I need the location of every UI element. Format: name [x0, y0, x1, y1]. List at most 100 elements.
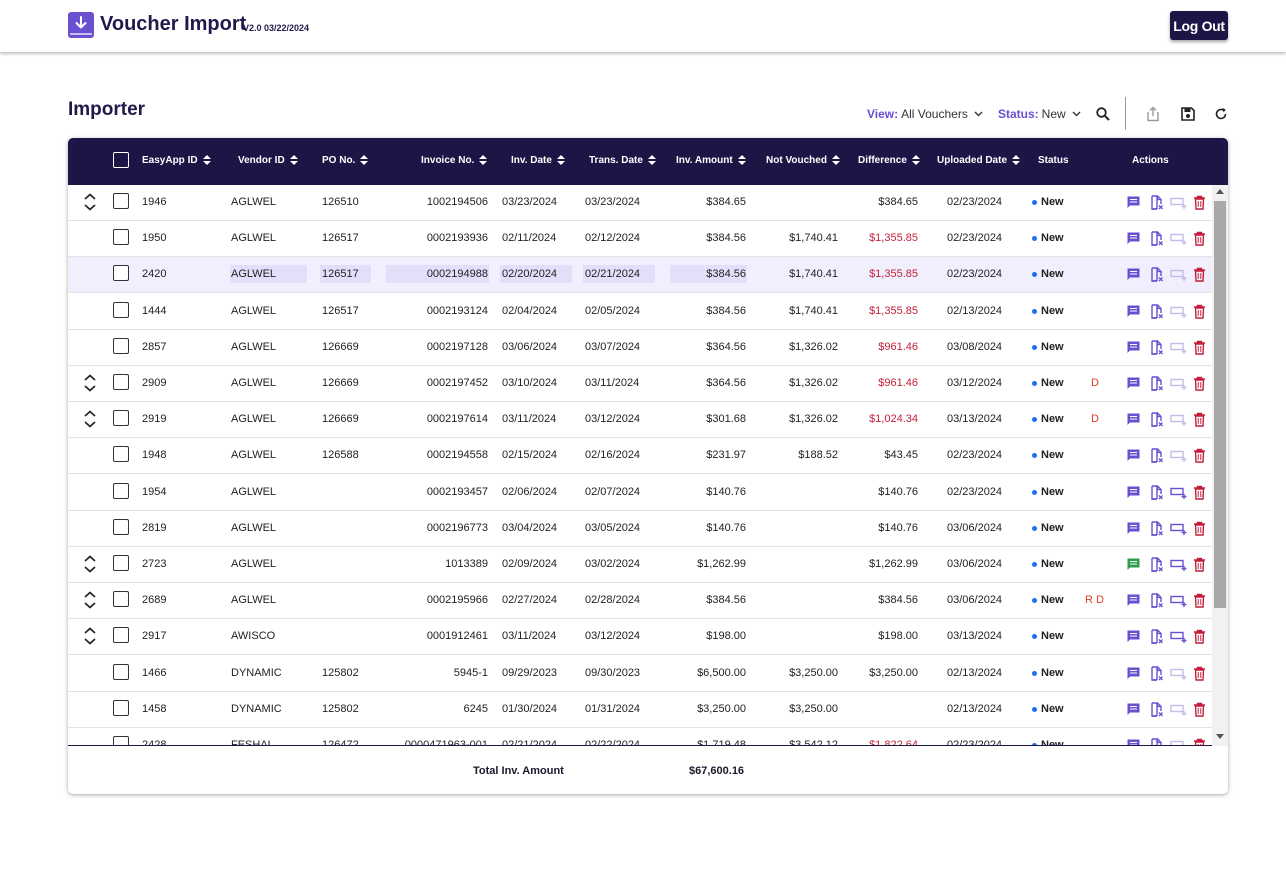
row-checkbox[interactable]	[113, 519, 129, 535]
table-row[interactable]: 1466 DYNAMIC 125802 5945-1 09/29/2023 09/30/2…	[68, 656, 1212, 692]
delete-icon[interactable]	[1193, 521, 1206, 536]
file-remove-icon[interactable]	[1149, 448, 1164, 463]
table-row[interactable]: 2689 AGLWEL 0002195966 02/27/2024 02/28/2024…	[68, 583, 1212, 619]
file-remove-icon[interactable]	[1149, 521, 1164, 536]
row-checkbox[interactable]	[113, 374, 129, 390]
add-split-icon[interactable]	[1170, 195, 1188, 210]
status-filter-dropdown[interactable]: Status: New	[998, 107, 1081, 121]
comment-icon[interactable]	[1126, 629, 1141, 644]
file-remove-icon[interactable]	[1149, 412, 1164, 427]
comment-icon[interactable]	[1126, 521, 1141, 536]
delete-icon[interactable]	[1193, 593, 1206, 608]
delete-icon[interactable]	[1193, 412, 1206, 427]
delete-icon[interactable]	[1193, 340, 1206, 355]
row-checkbox[interactable]	[113, 664, 129, 680]
add-split-icon[interactable]	[1170, 448, 1188, 463]
file-remove-icon[interactable]	[1149, 267, 1164, 282]
comment-icon[interactable]	[1126, 593, 1141, 608]
expand-collapse-icon[interactable]	[82, 409, 98, 429]
file-remove-icon[interactable]	[1149, 593, 1164, 608]
column-header-easyapp-id[interactable]: EasyApp ID	[142, 155, 211, 166]
delete-icon[interactable]	[1193, 267, 1206, 282]
add-split-icon[interactable]	[1170, 231, 1188, 246]
row-checkbox[interactable]	[113, 700, 129, 716]
table-row[interactable]: 1954 AGLWEL 0002193457 02/06/2024 02/07/2024…	[68, 475, 1212, 511]
comment-icon[interactable]	[1126, 304, 1141, 319]
table-row[interactable]: 1458 DYNAMIC 125802 6245 01/30/2024 01/31/202…	[68, 692, 1212, 728]
add-split-icon[interactable]	[1170, 412, 1188, 427]
comment-icon[interactable]	[1126, 267, 1141, 282]
table-row[interactable]: 2909 AGLWEL 126669 0002197452 03/10/2024 03/1…	[68, 366, 1212, 402]
delete-icon[interactable]	[1193, 702, 1206, 717]
column-header-trans-date[interactable]: Trans. Date	[589, 155, 656, 166]
file-remove-icon[interactable]	[1149, 195, 1164, 210]
expand-collapse-icon[interactable]	[82, 590, 98, 610]
comment-icon[interactable]	[1126, 702, 1141, 717]
add-split-icon[interactable]	[1170, 340, 1188, 355]
column-header-vendor-id[interactable]: Vendor ID	[238, 155, 298, 166]
delete-icon[interactable]	[1193, 629, 1206, 644]
file-remove-icon[interactable]	[1149, 666, 1164, 681]
add-split-icon[interactable]	[1170, 629, 1188, 644]
refresh-icon[interactable]	[1213, 106, 1229, 122]
table-body[interactable]: 1946 AGLWEL 126510 1002194506 03/23/2024 03/2…	[68, 185, 1212, 746]
add-split-icon[interactable]	[1170, 376, 1188, 391]
column-header-inv-amount[interactable]: Inv. Amount	[676, 155, 746, 166]
file-remove-icon[interactable]	[1149, 340, 1164, 355]
add-split-icon[interactable]	[1170, 485, 1188, 500]
column-header-inv-date[interactable]: Inv. Date	[511, 155, 565, 166]
table-row[interactable]: 2420 AGLWEL 126517 0002194988 02/20/2024 02/2…	[68, 257, 1212, 293]
table-row[interactable]: 2723 AGLWEL 1013389 02/09/2024 03/02/2024 $1,…	[68, 547, 1212, 583]
row-checkbox[interactable]	[113, 555, 129, 571]
scroll-up-arrow-icon[interactable]	[1216, 189, 1224, 194]
delete-icon[interactable]	[1193, 738, 1206, 745]
table-row[interactable]: 1946 AGLWEL 126510 1002194506 03/23/2024 03/2…	[68, 185, 1212, 221]
comment-icon[interactable]	[1126, 738, 1141, 745]
row-checkbox[interactable]	[113, 591, 129, 607]
search-icon[interactable]	[1095, 106, 1111, 122]
delete-icon[interactable]	[1193, 666, 1206, 681]
table-row[interactable]: 1948 AGLWEL 126588 0002194558 02/15/2024 02/1…	[68, 438, 1212, 474]
file-remove-icon[interactable]	[1149, 629, 1164, 644]
comment-icon[interactable]	[1126, 412, 1141, 427]
table-row[interactable]: 2819 AGLWEL 0002196773 03/04/2024 03/05/2024…	[68, 511, 1212, 547]
column-header-difference[interactable]: Difference	[858, 155, 920, 166]
row-checkbox[interactable]	[113, 483, 129, 499]
comment-icon[interactable]	[1126, 448, 1141, 463]
row-checkbox[interactable]	[113, 265, 129, 281]
select-all-checkbox[interactable]	[113, 152, 129, 168]
vertical-scrollbar[interactable]	[1212, 185, 1228, 746]
expand-collapse-icon[interactable]	[82, 373, 98, 393]
delete-icon[interactable]	[1193, 231, 1206, 246]
delete-icon[interactable]	[1193, 448, 1206, 463]
row-checkbox[interactable]	[113, 302, 129, 318]
column-header-invoice-no[interactable]: Invoice No.	[421, 155, 488, 166]
file-remove-icon[interactable]	[1149, 376, 1164, 391]
add-split-icon[interactable]	[1170, 666, 1188, 681]
expand-collapse-icon[interactable]	[82, 192, 98, 212]
file-remove-icon[interactable]	[1149, 304, 1164, 319]
row-checkbox[interactable]	[113, 193, 129, 209]
delete-icon[interactable]	[1193, 195, 1206, 210]
table-row[interactable]: 1950 AGLWEL 126517 0002193936 02/11/2024 02/1…	[68, 221, 1212, 257]
expand-collapse-icon[interactable]	[82, 626, 98, 646]
column-header-not-vouched[interactable]: Not Vouched	[766, 155, 840, 166]
delete-icon[interactable]	[1193, 376, 1206, 391]
column-header-po-no[interactable]: PO No.	[322, 155, 369, 166]
table-row[interactable]: 2919 AGLWEL 126669 0002197614 03/11/2024 03/1…	[68, 402, 1212, 438]
column-header-uploaded-date[interactable]: Uploaded Date	[937, 155, 1021, 166]
logout-button[interactable]: Log Out	[1170, 11, 1228, 40]
delete-icon[interactable]	[1193, 557, 1206, 572]
scrollbar-thumb[interactable]	[1214, 201, 1226, 608]
file-remove-icon[interactable]	[1149, 738, 1164, 745]
add-split-icon[interactable]	[1170, 738, 1188, 745]
table-row[interactable]: 1444 AGLWEL 126517 0002193124 02/04/2024 02/0…	[68, 294, 1212, 330]
comment-icon[interactable]	[1126, 231, 1141, 246]
table-row[interactable]: 2857 AGLWEL 126669 0002197128 03/06/2024 03/0…	[68, 330, 1212, 366]
file-remove-icon[interactable]	[1149, 485, 1164, 500]
file-remove-icon[interactable]	[1149, 702, 1164, 717]
view-filter-dropdown[interactable]: View: All Vouchers	[867, 107, 983, 121]
scroll-down-arrow-icon[interactable]	[1216, 734, 1224, 739]
row-checkbox[interactable]	[113, 410, 129, 426]
share-export-icon[interactable]	[1145, 106, 1161, 122]
